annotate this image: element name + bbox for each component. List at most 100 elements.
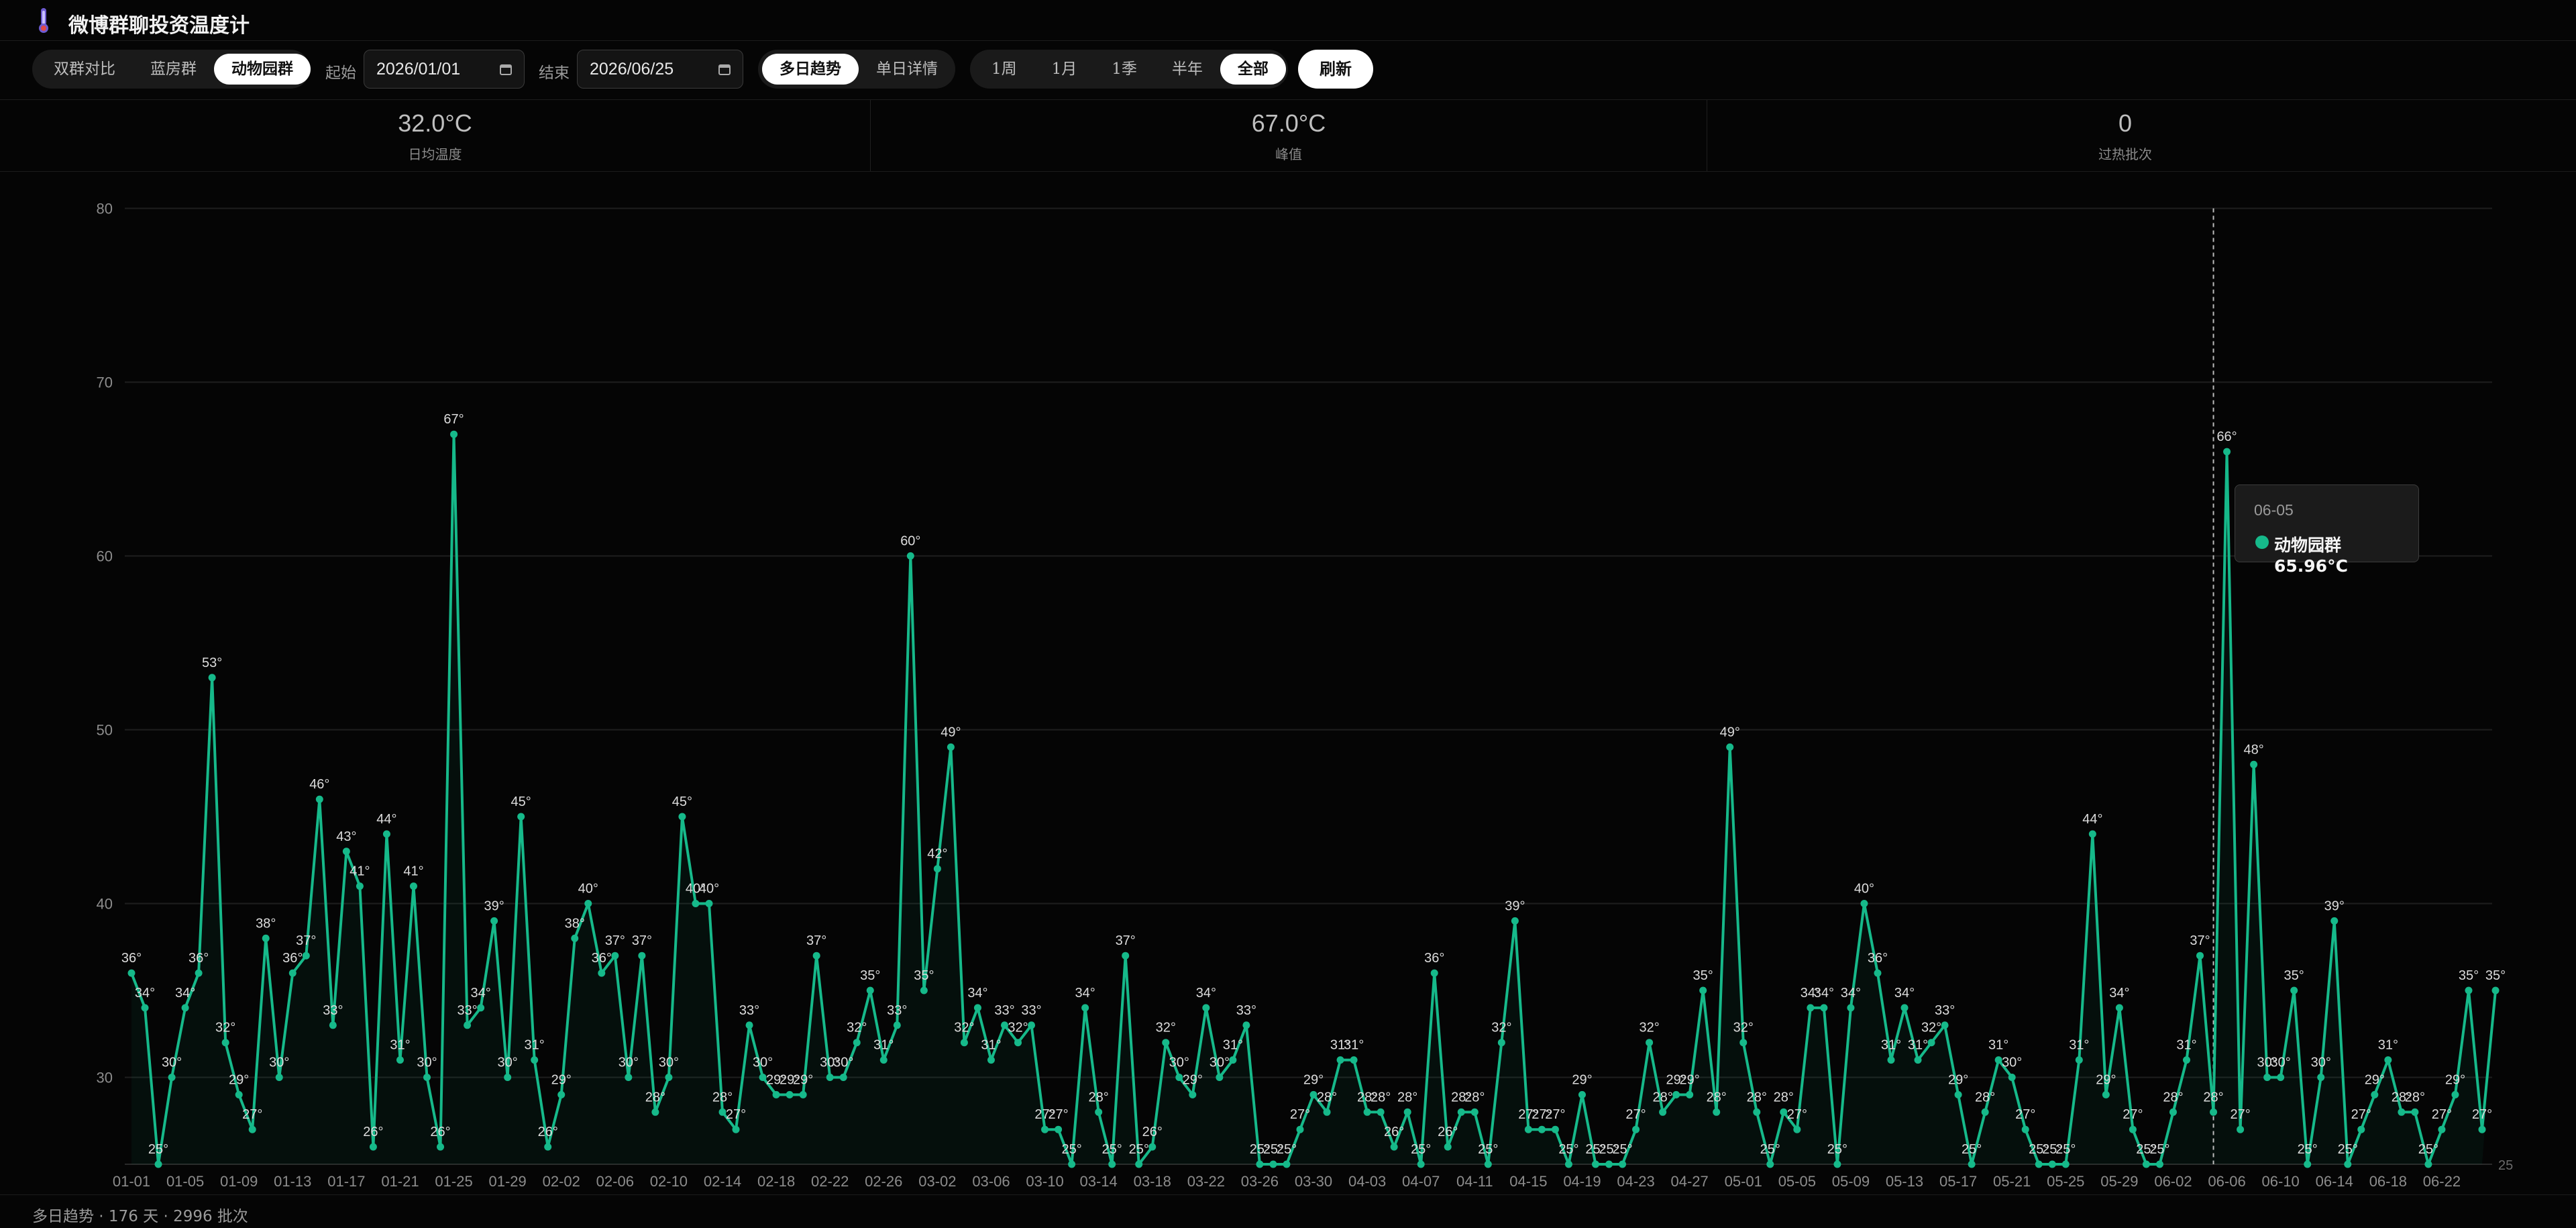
- data-point[interactable]: [1564, 1160, 1572, 1168]
- data-point[interactable]: [2075, 1056, 2083, 1064]
- data-point[interactable]: [1229, 1056, 1237, 1064]
- data-point[interactable]: [718, 1108, 727, 1116]
- data-point[interactable]: [2317, 1074, 2325, 1081]
- data-point[interactable]: [1041, 1125, 1049, 1133]
- data-point[interactable]: [947, 743, 955, 751]
- mode-button-single-day[interactable]: 单日详情: [859, 54, 955, 85]
- data-point[interactable]: [2088, 830, 2096, 838]
- data-point[interactable]: [2142, 1160, 2150, 1168]
- data-point[interactable]: [1122, 952, 1130, 960]
- data-point[interactable]: [1108, 1160, 1116, 1168]
- data-point[interactable]: [1524, 1125, 1532, 1133]
- data-point[interactable]: [786, 1090, 794, 1098]
- data-point[interactable]: [154, 1160, 162, 1168]
- data-point[interactable]: [1726, 743, 1734, 751]
- data-point[interactable]: [141, 1004, 149, 1012]
- data-point[interactable]: [1887, 1056, 1895, 1064]
- data-point[interactable]: [853, 1039, 861, 1047]
- data-point[interactable]: [168, 1074, 176, 1081]
- data-point[interactable]: [1390, 1143, 1398, 1151]
- data-point[interactable]: [1309, 1090, 1318, 1098]
- data-point[interactable]: [2008, 1074, 2016, 1081]
- data-point[interactable]: [248, 1125, 256, 1133]
- data-point[interactable]: [262, 934, 270, 942]
- data-point[interactable]: [221, 1039, 229, 1047]
- data-point[interactable]: [866, 986, 874, 994]
- data-point[interactable]: [1874, 969, 1882, 977]
- data-point[interactable]: [1403, 1108, 1411, 1116]
- data-point[interactable]: [1336, 1056, 1344, 1064]
- group-button-compare[interactable]: 双群对比: [36, 54, 133, 85]
- data-point[interactable]: [651, 1108, 659, 1116]
- data-point[interactable]: [2357, 1125, 2365, 1133]
- data-point[interactable]: [1283, 1160, 1291, 1168]
- data-point[interactable]: [2277, 1074, 2285, 1081]
- range-button-month[interactable]: 1月: [1034, 54, 1095, 85]
- data-point[interactable]: [1202, 1004, 1210, 1012]
- data-point[interactable]: [960, 1039, 968, 1047]
- data-point[interactable]: [799, 1090, 807, 1098]
- data-point[interactable]: [2465, 986, 2473, 994]
- data-point[interactable]: [1135, 1160, 1143, 1168]
- data-point[interactable]: [2438, 1125, 2446, 1133]
- data-point[interactable]: [973, 1004, 981, 1012]
- data-point[interactable]: [288, 969, 297, 977]
- data-point[interactable]: [1189, 1090, 1197, 1098]
- data-point[interactable]: [2061, 1160, 2070, 1168]
- data-point[interactable]: [1780, 1108, 1788, 1116]
- data-point[interactable]: [1081, 1004, 1089, 1012]
- data-point[interactable]: [275, 1074, 283, 1081]
- data-point[interactable]: [302, 952, 310, 960]
- data-point[interactable]: [127, 969, 136, 977]
- data-point[interactable]: [2223, 448, 2231, 456]
- data-point[interactable]: [812, 952, 820, 960]
- group-button-zoo[interactable]: 动物园群: [214, 54, 311, 85]
- data-point[interactable]: [490, 917, 498, 925]
- data-point[interactable]: [1927, 1039, 1935, 1047]
- data-point[interactable]: [409, 882, 417, 890]
- data-point[interactable]: [1619, 1160, 1627, 1168]
- data-point[interactable]: [2411, 1108, 2419, 1116]
- data-point[interactable]: [544, 1143, 552, 1151]
- data-point[interactable]: [1900, 1004, 1909, 1012]
- data-point[interactable]: [1699, 986, 1707, 994]
- temperature-trend-chart[interactable]: 30 40 50 60 70 80 25 01-01 01-05 01-09 01-13 01-17 0…: [0, 172, 2576, 1193]
- data-point[interactable]: [1484, 1160, 1492, 1168]
- data-point[interactable]: [1538, 1125, 1546, 1133]
- data-point[interactable]: [1511, 917, 1519, 925]
- data-point[interactable]: [1323, 1108, 1331, 1116]
- data-point[interactable]: [1941, 1021, 1949, 1029]
- data-point[interactable]: [906, 552, 914, 560]
- data-point[interactable]: [1659, 1108, 1667, 1116]
- data-point[interactable]: [315, 795, 323, 803]
- data-point[interactable]: [1820, 1004, 1828, 1012]
- data-point[interactable]: [1793, 1125, 1801, 1133]
- data-point[interactable]: [1014, 1039, 1022, 1047]
- data-point[interactable]: [1713, 1108, 1721, 1116]
- group-button-blue-house[interactable]: 蓝房群: [133, 54, 214, 85]
- data-point[interactable]: [329, 1021, 337, 1029]
- data-point[interactable]: [1350, 1056, 1358, 1064]
- data-point[interactable]: [1766, 1160, 1774, 1168]
- data-point[interactable]: [396, 1056, 404, 1064]
- data-point[interactable]: [1753, 1108, 1761, 1116]
- data-point[interactable]: [517, 813, 525, 821]
- data-point[interactable]: [638, 952, 646, 960]
- data-point[interactable]: [611, 952, 619, 960]
- range-button-week[interactable]: 1周: [974, 54, 1034, 85]
- data-point[interactable]: [625, 1074, 633, 1081]
- data-point[interactable]: [584, 900, 592, 907]
- end-date-input[interactable]: 2026/06/25: [577, 50, 743, 89]
- data-point[interactable]: [705, 900, 713, 907]
- data-point[interactable]: [2304, 1160, 2312, 1168]
- data-point[interactable]: [1470, 1108, 1479, 1116]
- data-point[interactable]: [759, 1074, 767, 1081]
- data-point[interactable]: [987, 1056, 995, 1064]
- data-point[interactable]: [1739, 1039, 1748, 1047]
- data-point[interactable]: [2237, 1125, 2245, 1133]
- data-point[interactable]: [665, 1074, 673, 1081]
- data-point[interactable]: [1269, 1160, 1277, 1168]
- data-point[interactable]: [839, 1074, 847, 1081]
- data-point[interactable]: [1968, 1160, 1976, 1168]
- data-point[interactable]: [235, 1090, 243, 1098]
